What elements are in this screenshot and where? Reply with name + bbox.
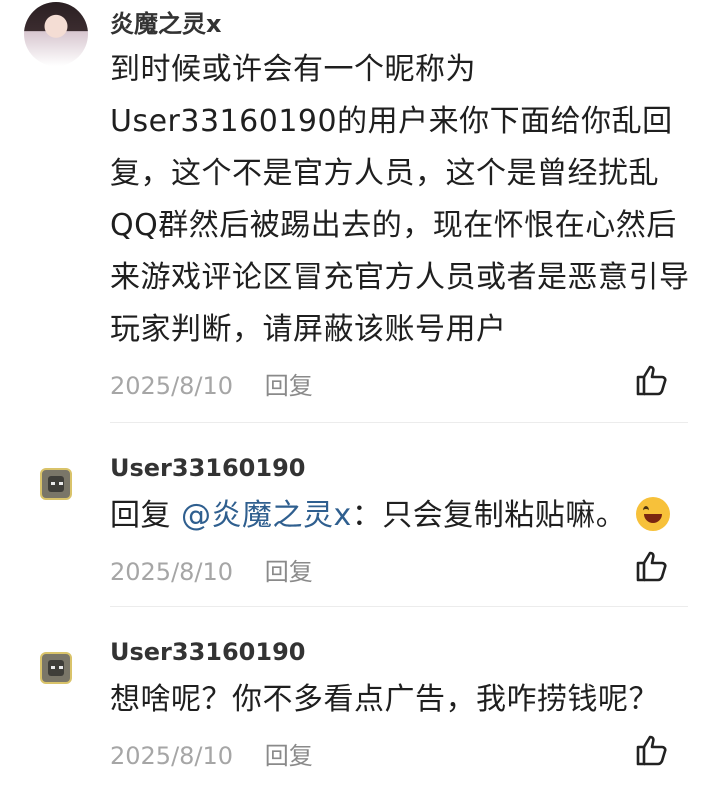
reply-button[interactable]: 回复 [265, 742, 313, 770]
divider [110, 422, 688, 423]
comment-meta: 2025/8/10 回复 [110, 552, 313, 587]
avatar[interactable] [24, 2, 88, 66]
comment-text: 想啥呢？你不多看点广告，我咋捞钱呢？ [110, 682, 659, 717]
comment-username[interactable]: User33160190 [110, 638, 305, 666]
comment-text: 回复 @炎魔之灵x：只会复制粘贴嘛。 [110, 490, 700, 542]
comment-date: 2025/8/10 [110, 372, 234, 400]
comment-meta: 2025/8/10 回复 [110, 366, 313, 401]
reply-text: ：只会复制粘贴嘛。 [351, 498, 627, 533]
thumbs-up-icon[interactable] [634, 548, 670, 584]
reply-prefix: 回复 [110, 498, 182, 533]
thumbs-up-icon[interactable] [634, 732, 670, 768]
mention-link[interactable]: @炎魔之灵x [181, 498, 352, 533]
grinning-face-emoji [636, 497, 671, 531]
avatar[interactable] [40, 468, 72, 500]
comment-text: 到时候或许会有一个昵称为User33160190的用户来你下面给你乱回复，这个不… [110, 52, 690, 347]
comment-date: 2025/8/10 [110, 742, 234, 770]
reply-button[interactable]: 回复 [265, 372, 313, 400]
comment-username[interactable]: User33160190 [110, 454, 305, 482]
thumbs-up-icon[interactable] [634, 362, 670, 398]
reply-button[interactable]: 回复 [265, 558, 313, 586]
comment-meta: 2025/8/10 回复 [110, 736, 313, 771]
comment-username[interactable]: 炎魔之灵x [110, 4, 221, 39]
divider [110, 606, 688, 607]
comment-date: 2025/8/10 [110, 558, 234, 586]
avatar[interactable] [40, 652, 72, 684]
